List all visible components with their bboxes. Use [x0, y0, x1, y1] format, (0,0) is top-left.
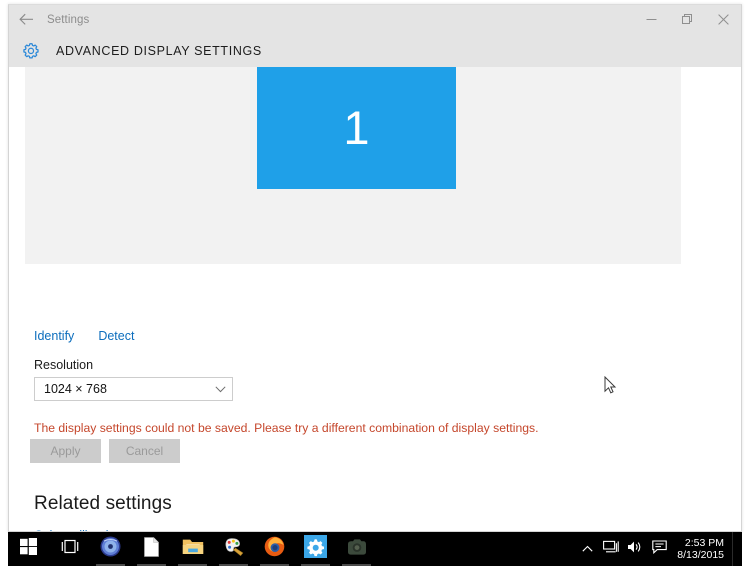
- chevron-up-icon: [582, 540, 593, 558]
- folder-icon: [182, 537, 204, 561]
- resolution-dropdown[interactable]: 1024 × 768: [34, 377, 233, 401]
- speech-bubble-icon: [652, 539, 667, 559]
- taskbar: 2:53 PM 8/13/2015: [8, 532, 742, 566]
- taskbar-clock[interactable]: 2:53 PM 8/13/2015: [671, 537, 732, 561]
- minimize-button[interactable]: [633, 5, 669, 34]
- chevron-down-icon: [215, 385, 226, 393]
- error-message: The display settings could not be saved.…: [34, 421, 539, 435]
- system-tray: 2:53 PM 8/13/2015: [575, 532, 742, 566]
- document-icon: [144, 536, 159, 562]
- desktop: Settings ADVANCED DISPLAY SETTINGS 1 Ide…: [0, 0, 750, 566]
- clock-date: 8/13/2015: [677, 549, 724, 561]
- taskbar-app-media[interactable]: [90, 532, 131, 566]
- taskbar-app-paint[interactable]: [213, 532, 254, 566]
- identify-link[interactable]: Identify: [34, 329, 74, 343]
- firefox-icon: [264, 536, 285, 562]
- task-view-button[interactable]: [49, 532, 90, 566]
- display-preview-panel: 1: [25, 67, 681, 264]
- show-hidden-icons-button[interactable]: [575, 532, 599, 566]
- cancel-button[interactable]: Cancel: [109, 439, 180, 463]
- taskbar-app-document[interactable]: [131, 532, 172, 566]
- settings-window: Settings ADVANCED DISPLAY SETTINGS 1 Ide…: [8, 4, 742, 532]
- restore-button[interactable]: [669, 5, 705, 34]
- display-monitor-1[interactable]: 1: [257, 67, 456, 189]
- task-view-icon: [60, 539, 80, 559]
- close-button[interactable]: [705, 5, 741, 34]
- resolution-label: Resolution: [34, 358, 94, 372]
- resolution-value: 1024 × 768: [44, 382, 107, 396]
- show-desktop-button[interactable]: [732, 532, 738, 566]
- apply-button[interactable]: Apply: [30, 439, 101, 463]
- window-controls: [633, 5, 741, 34]
- network-monitor-icon: [603, 540, 620, 559]
- taskbar-apps: [8, 532, 377, 566]
- page-header: ADVANCED DISPLAY SETTINGS: [9, 34, 741, 67]
- disc-icon: [100, 536, 121, 562]
- camera-icon: [347, 538, 367, 561]
- gear-icon: [20, 40, 42, 62]
- related-settings-heading: Related settings: [34, 493, 172, 514]
- action-buttons: Apply Cancel: [30, 439, 180, 463]
- network-icon[interactable]: [599, 532, 623, 566]
- page-title: ADVANCED DISPLAY SETTINGS: [56, 43, 262, 58]
- clock-time: 2:53 PM: [684, 537, 724, 549]
- windows-logo-icon: [20, 538, 37, 560]
- paint-icon: [223, 536, 244, 562]
- window-title: Settings: [47, 13, 90, 26]
- detect-link[interactable]: Detect: [98, 329, 134, 343]
- taskbar-app-settings[interactable]: [295, 532, 336, 566]
- display-action-links: Identify Detect: [34, 329, 134, 343]
- taskbar-app-firefox[interactable]: [254, 532, 295, 566]
- settings-gear-icon: [304, 535, 327, 563]
- settings-content: 1 Identify Detect Resolution 1024 × 768 …: [9, 67, 741, 531]
- title-bar: Settings: [9, 5, 741, 34]
- action-center-icon[interactable]: [647, 532, 671, 566]
- speaker-icon: [627, 540, 643, 559]
- back-arrow-icon[interactable]: [9, 5, 43, 34]
- volume-icon[interactable]: [623, 532, 647, 566]
- taskbar-app-camera[interactable]: [336, 532, 377, 566]
- start-button[interactable]: [8, 532, 49, 566]
- taskbar-app-file-explorer[interactable]: [172, 532, 213, 566]
